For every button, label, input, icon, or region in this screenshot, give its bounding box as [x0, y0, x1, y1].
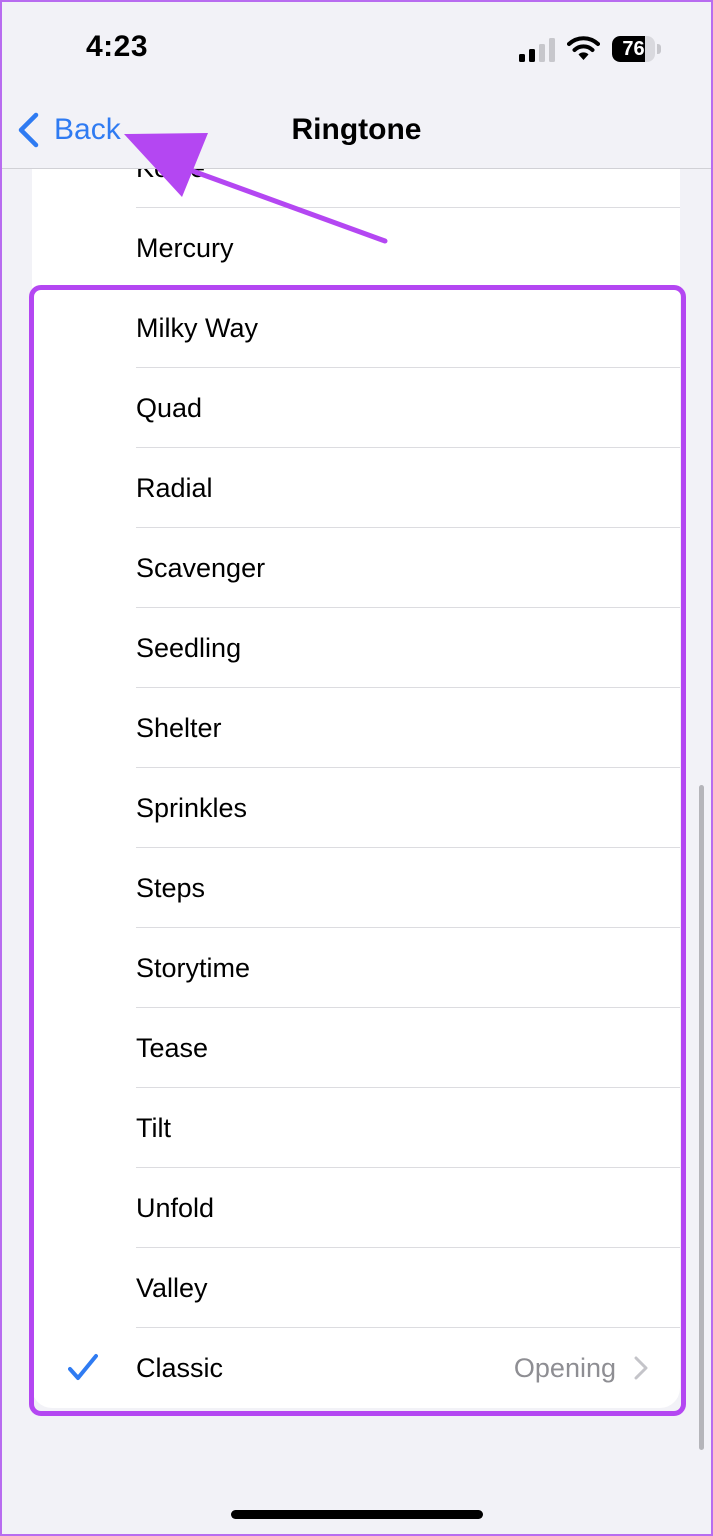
status-time: 4:23	[86, 30, 149, 63]
battery-body: 76	[612, 36, 655, 62]
battery-level: 76	[622, 38, 645, 60]
ringtone-label: Scavenger	[136, 553, 266, 583]
ringtone-label: Tilt	[136, 1113, 171, 1143]
cellular-signal-icon	[519, 38, 555, 62]
battery-tip	[657, 44, 661, 54]
ringtone-label: Storytime	[136, 953, 251, 983]
ringtone-row[interactable]: Mercury	[32, 208, 680, 288]
ringtone-label: Valley	[136, 1273, 208, 1303]
chevron-right-icon	[634, 1356, 648, 1380]
ringtone-label: Milky Way	[136, 313, 258, 343]
ringtone-row[interactable]: Scavenger	[32, 528, 680, 608]
home-indicator[interactable]	[231, 1510, 483, 1519]
wifi-icon	[567, 36, 600, 60]
ringtone-label: Steps	[136, 873, 206, 903]
ringtone-row[interactable]: Classic Opening	[32, 1328, 680, 1408]
battery-icon: 76	[612, 36, 661, 62]
ringtone-row[interactable]: Valley	[32, 1248, 680, 1328]
navigation-bar: Back Ringtone	[0, 100, 713, 169]
ringtone-row[interactable]: Milky Way	[32, 288, 680, 368]
ringtone-label: Mercury	[136, 233, 234, 263]
ringtone-label: Tease	[136, 1033, 209, 1063]
ringtone-row[interactable]: Quad	[32, 368, 680, 448]
ringtone-label: Classic	[136, 1353, 224, 1383]
ringtone-label: Sprinkles	[136, 793, 248, 823]
checkmark-icon	[68, 1354, 98, 1380]
ringtone-label: Quad	[136, 393, 203, 423]
ringtone-row[interactable]: Steps	[32, 848, 680, 928]
ringtone-row[interactable]: Shelter	[32, 688, 680, 768]
ringtone-row[interactable]: Sprinkles	[32, 768, 680, 848]
ringtone-list: KettleMercuryMilky WayQuadRadialScavenge…	[32, 128, 680, 1408]
ringtone-value: Opening	[513, 1353, 616, 1383]
scroll-indicator[interactable]	[699, 785, 704, 1450]
ringtone-label: Radial	[136, 473, 213, 503]
ringtone-row[interactable]: Seedling	[32, 608, 680, 688]
ringtone-row[interactable]: Unfold	[32, 1168, 680, 1248]
ringtone-row[interactable]: Radial	[32, 448, 680, 528]
status-bar: 4:23 76	[0, 0, 713, 100]
ringtone-row[interactable]: Tilt	[32, 1088, 680, 1168]
ringtone-label: Shelter	[136, 713, 222, 743]
ringtone-row[interactable]: Storytime	[32, 928, 680, 1008]
ringtone-label: Unfold	[136, 1193, 215, 1223]
ringtone-label: Seedling	[136, 633, 242, 663]
ringtone-row[interactable]: Tease	[32, 1008, 680, 1088]
page-title: Ringtone	[291, 113, 422, 146]
